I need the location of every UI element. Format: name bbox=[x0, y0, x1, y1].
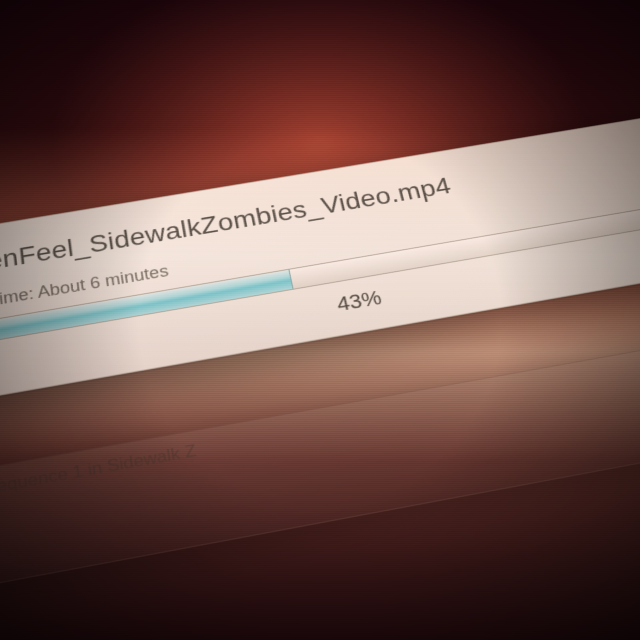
screen-plane: TheOpenFeel_SidewalkZombies_Video.mp4 Es… bbox=[0, 98, 640, 604]
screen-photo: TheOpenFeel_SidewalkZombies_Video.mp4 Es… bbox=[0, 0, 640, 640]
